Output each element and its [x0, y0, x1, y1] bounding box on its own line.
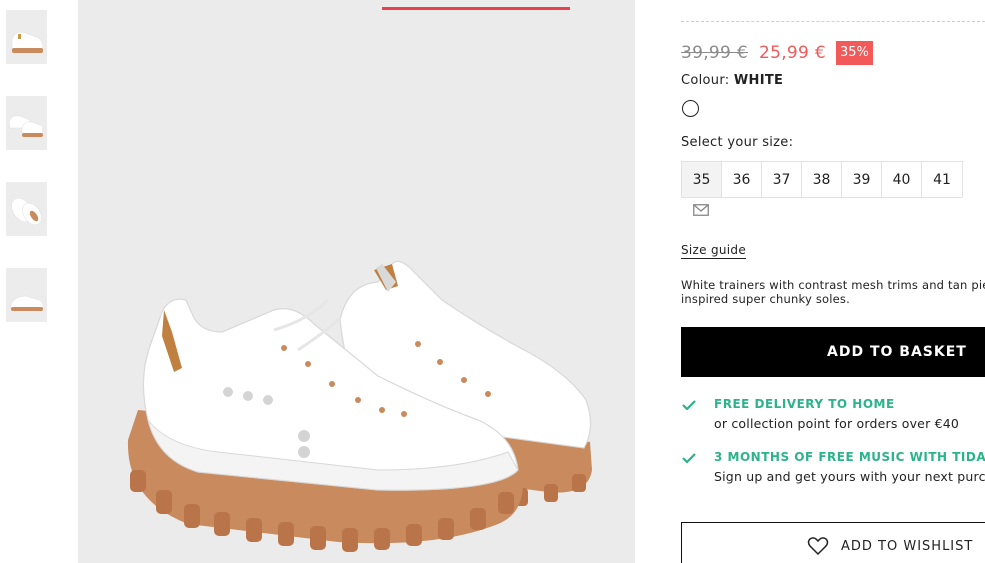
product-details-panel: 39,99 € 25,99 € 35% Colour: WHITE Select…: [681, 0, 985, 563]
add-to-basket-button[interactable]: ADD TO BASKET: [681, 327, 985, 377]
size-option-35[interactable]: 35: [682, 162, 722, 197]
description-line-2: inspired super chunky soles.: [681, 292, 850, 306]
perk-title: 3 MONTHS OF FREE MUSIC WITH TIDAL: [714, 450, 985, 464]
size-label: Select your size:: [681, 135, 794, 150]
product-description: White trainers with contrast mesh trims …: [681, 278, 985, 306]
size-option-40[interactable]: 40: [882, 162, 922, 197]
size-option-41[interactable]: 41: [922, 162, 962, 197]
size-option-36[interactable]: 36: [722, 162, 762, 197]
size-selector: 35 36 37 38 39 40 41: [681, 161, 963, 198]
add-to-wishlist-button[interactable]: ADD TO WISHLIST: [681, 522, 985, 563]
mail-icon[interactable]: [693, 204, 709, 216]
thumbnail-sneaker-image: [6, 268, 47, 322]
thumbnail-sneaker-image: [6, 96, 47, 150]
size-option-38[interactable]: 38: [802, 162, 842, 197]
divider: [681, 21, 985, 22]
thumbnail-sneaker-image: [6, 10, 47, 64]
thumbnail-column: [0, 0, 60, 563]
colour-label: Colour: WHITE: [681, 73, 783, 88]
check-icon: [682, 453, 696, 463]
thumbnail-sneaker-image: [6, 182, 47, 236]
colour-swatch-white[interactable]: [682, 100, 699, 117]
thumbnail-2[interactable]: [6, 96, 47, 150]
colour-value: WHITE: [733, 73, 784, 88]
thumbnail-1[interactable]: [6, 10, 47, 64]
description-line-1: White trainers with contrast mesh trims …: [681, 278, 985, 292]
discount-badge: 35%: [836, 41, 873, 65]
perk-subtitle: Sign up and get yours with your next pur…: [714, 469, 985, 484]
perk-title: FREE DELIVERY TO HOME: [714, 397, 895, 411]
check-icon: [682, 400, 696, 410]
size-option-39[interactable]: 39: [842, 162, 882, 197]
sale-price: 25,99 €: [759, 43, 826, 63]
perk-subtitle: or collection point for orders over €40: [714, 416, 960, 431]
image-progress-indicator: [382, 7, 570, 10]
thumbnail-3[interactable]: [6, 182, 47, 236]
wishlist-label: ADD TO WISHLIST: [841, 538, 974, 554]
main-product-image[interactable]: [78, 0, 635, 563]
heart-icon: [807, 537, 829, 556]
size-guide-link[interactable]: Size guide: [681, 243, 747, 259]
old-price: 39,99 €: [681, 43, 748, 63]
colour-label-text: Colour:: [681, 73, 730, 88]
thumbnail-4[interactable]: [6, 268, 47, 322]
sneaker-illustration: [78, 0, 635, 563]
size-option-37[interactable]: 37: [762, 162, 802, 197]
price-row: 39,99 € 25,99 € 35%: [681, 40, 873, 66]
